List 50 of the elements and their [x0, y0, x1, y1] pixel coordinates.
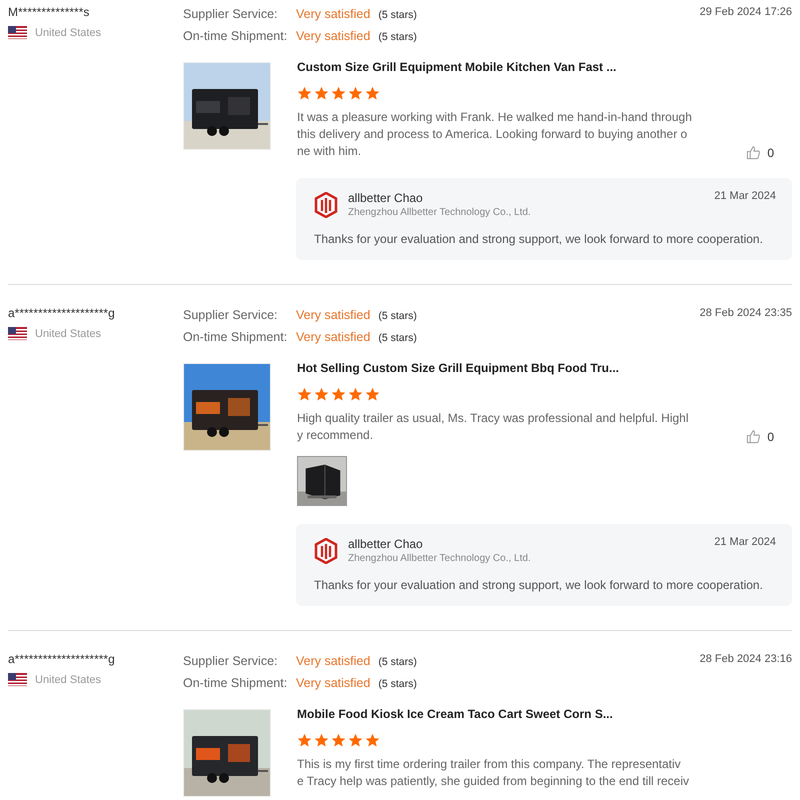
like-count: 0 — [767, 430, 774, 444]
review-text: High quality trailer as usual, Ms. Tracy was professional and helpful. Highl y recommend. — [297, 410, 689, 444]
rating-detail: (5 stars) — [378, 655, 417, 670]
buyer-name: a********************g — [8, 651, 116, 667]
reply-text: Thanks for your evaluation and strong support, we look forward to more cooperation. — [314, 578, 764, 592]
reply-date: 21 Mar 2024 — [714, 190, 776, 202]
rating-label: On-time Shipment: — [183, 329, 288, 346]
hexagon-logo-icon — [314, 538, 338, 564]
replier-name: allbetter Chao — [348, 190, 424, 206]
review-date: 28 Feb 2024 23:35 — [700, 306, 792, 321]
rating-label: Supplier Service: — [183, 653, 278, 670]
review-text: It was a pleasure working with Frank. He walked me hand-in-hand through this delivery and process to America. Looking forward to buying another o ne with him. — [297, 109, 692, 160]
rating-value: Very satisfied — [296, 675, 370, 692]
country-name: United States — [35, 26, 102, 38]
thumbs-up-icon[interactable] — [746, 429, 762, 444]
rating-label: Supplier Service: — [183, 307, 278, 324]
rating-value: Very satisfied — [296, 307, 370, 324]
company-name: Zhengzhou Allbetter Technology Co., Ltd. — [348, 206, 532, 220]
product-title[interactable]: Mobile Food Kiosk Ice Cream Taco Cart Sweet Corn S... — [297, 707, 792, 721]
review-date: 29 Feb 2024 17:26 — [700, 5, 792, 20]
rating-value: Very satisfied — [296, 28, 370, 45]
reply-text: Thanks for your evaluation and strong support, we look forward to more cooperation. — [314, 232, 764, 246]
rating-detail: (5 stars) — [378, 331, 417, 346]
rating-label: Supplier Service: — [183, 6, 278, 23]
thumbs-up-icon[interactable] — [746, 145, 762, 160]
review-date: 28 Feb 2024 23:16 — [700, 652, 792, 667]
review-text: This is my first time ordering trailer from this company. The representativ e Tracy help was patiently, she guided from beginning to the end till receiv — [297, 756, 690, 790]
rating-label: On-time Shipment: — [183, 28, 288, 45]
rating-detail: (5 stars) — [378, 30, 417, 45]
rating-value: Very satisfied — [296, 6, 370, 23]
reply-date: 21 Mar 2024 — [714, 536, 776, 548]
buyer-name: a********************g — [8, 305, 116, 321]
rating-detail: (5 stars) — [378, 677, 417, 692]
rating-value: Very satisfied — [296, 653, 370, 670]
us-flag-icon — [8, 673, 27, 686]
rating-detail: (5 stars) — [378, 309, 417, 324]
buyer-name: M**************s — [8, 4, 90, 20]
country-name: United States — [35, 674, 102, 686]
rating-label: On-time Shipment: — [183, 675, 288, 692]
us-flag-icon — [8, 327, 27, 340]
rating-detail: (5 stars) — [378, 8, 417, 23]
like-count: 0 — [767, 146, 774, 160]
product-title[interactable]: Custom Size Grill Equipment Mobile Kitchen Van Fast ... — [297, 60, 792, 74]
hexagon-logo-icon — [314, 192, 338, 218]
product-title[interactable]: Hot Selling Custom Size Grill Equipment Bbq Food Tru... — [297, 361, 792, 375]
us-flag-icon — [8, 26, 27, 39]
rating-value: Very satisfied — [296, 329, 370, 346]
company-name: Zhengzhou Allbetter Technology Co., Ltd. — [348, 552, 532, 566]
country-name: United States — [35, 328, 102, 340]
replier-name: allbetter Chao — [348, 536, 424, 552]
